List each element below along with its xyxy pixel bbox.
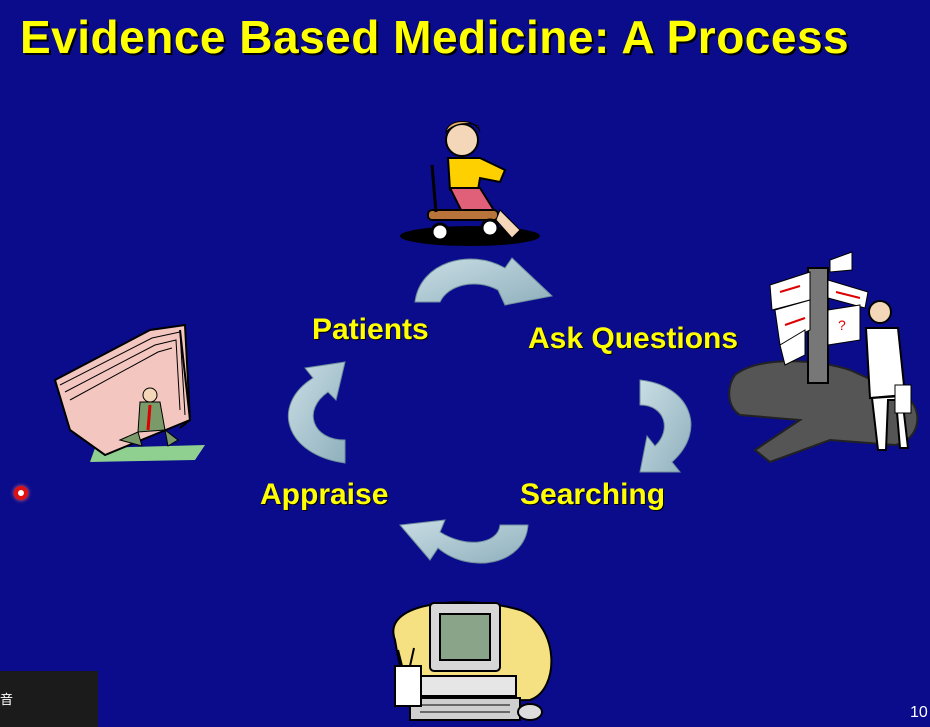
arrow-left	[287, 361, 346, 464]
file-folder-icon	[53, 323, 205, 462]
audio-control[interactable]: 音	[0, 671, 98, 727]
cycle-graphics: ?	[53, 121, 919, 721]
page-number: 10	[910, 704, 928, 721]
cycle-label-patients: Patients	[312, 313, 429, 346]
cycle-label-searching: Searching	[520, 478, 666, 511]
cycle-label-appraise: Appraise	[260, 478, 389, 511]
slide: Evidence Based Medicine: A Process ? Pat…	[0, 0, 930, 727]
svg-text:?: ?	[838, 317, 846, 333]
signpost-man-icon: ?	[728, 251, 919, 464]
arrow-bottom	[399, 519, 529, 564]
arrow-right	[639, 379, 692, 473]
child-scooter-icon	[400, 121, 540, 246]
computer-icon	[392, 601, 553, 721]
arrow-top	[414, 257, 554, 306]
audio-control-label: 音	[0, 692, 14, 707]
cycle-label-ask-questions: Ask Questions	[528, 322, 739, 355]
laser-pointer-icon	[14, 486, 28, 500]
